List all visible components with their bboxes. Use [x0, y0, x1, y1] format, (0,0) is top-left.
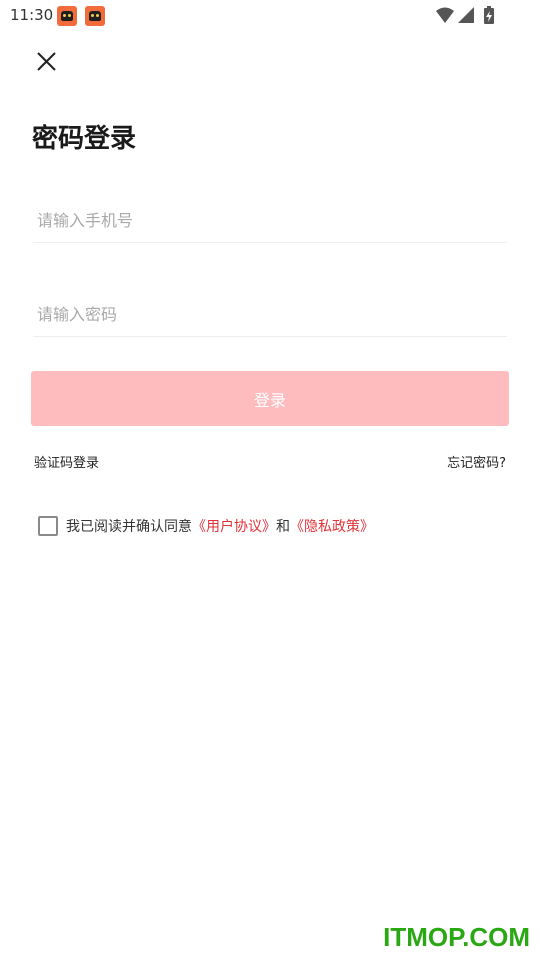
forgot-password-link[interactable]: 忘记密码? — [447, 452, 506, 471]
phone-input[interactable] — [33, 198, 507, 242]
user-agreement-link[interactable]: 《用户协议》 — [192, 516, 276, 536]
login-screen: 11:30 密码登录 请输入手机号 登录 验证码登录 忘记密码? 我已阅读并确认… — [0, 0, 540, 960]
close-button[interactable] — [30, 46, 62, 78]
password-input[interactable] — [33, 292, 507, 336]
password-field — [33, 292, 507, 337]
page-title: 密码登录 — [32, 124, 137, 154]
app-notification-icon — [57, 6, 77, 26]
agreement-prefix: 我已阅读并确认同意 — [66, 519, 192, 535]
agreement-row: 我已阅读并确认同意 《用户协议》 和 《隐私政策》 — [38, 516, 374, 536]
status-time: 11:30 — [10, 6, 54, 24]
phone-field — [33, 198, 507, 243]
agreement-conjunction: 和 — [276, 519, 290, 535]
signal-icon — [458, 7, 474, 23]
sms-login-link[interactable]: 验证码登录 — [34, 452, 99, 471]
watermark: ITMOP.COM — [383, 922, 530, 952]
wifi-icon — [436, 7, 454, 23]
app-notification-icon — [85, 6, 105, 26]
close-icon[interactable] — [30, 46, 62, 78]
battery-charging-icon — [484, 6, 494, 24]
privacy-policy-link[interactable]: 《隐私政策》 — [290, 516, 374, 536]
status-bar: 11:30 — [0, 0, 540, 32]
agreement-checkbox[interactable] — [38, 516, 58, 536]
system-icons — [434, 5, 504, 27]
login-button[interactable]: 登录 — [31, 371, 509, 426]
